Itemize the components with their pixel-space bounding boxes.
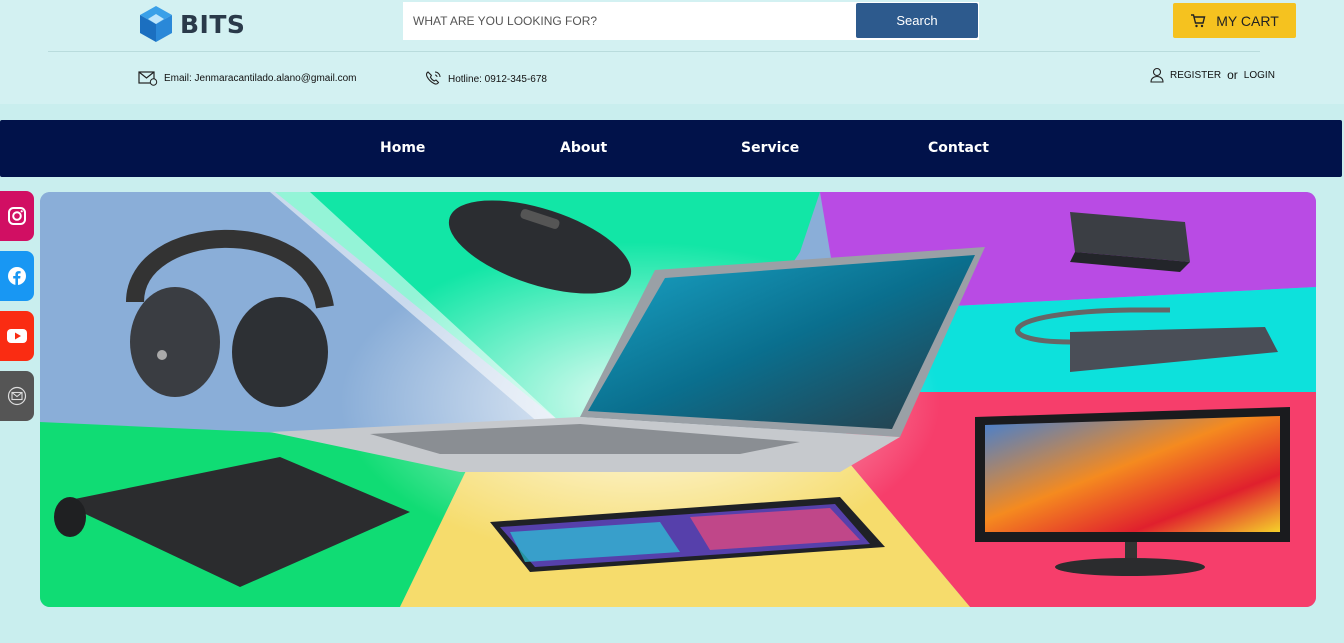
mail-icon: [7, 386, 27, 406]
phone-icon: [425, 71, 441, 85]
cart-label: MY CART: [1216, 12, 1279, 29]
top-bar: BITS Search MY CART Email: Jenmaracantil…: [0, 0, 1344, 104]
email-text: Email: Jenmaracantilado.alano@gmail.com: [164, 72, 357, 84]
search-input[interactable]: [403, 2, 855, 40]
youtube-icon: [7, 329, 27, 343]
email-info: Email: Jenmaracantilado.alano@gmail.com: [138, 70, 356, 86]
hero-banner: [40, 192, 1316, 607]
my-cart-button[interactable]: MY CART: [1173, 3, 1296, 38]
nav-contact[interactable]: Contact: [928, 120, 989, 176]
or-separator: or: [1227, 68, 1238, 82]
search-bar: Search: [403, 2, 979, 40]
auth-links: REGISTER or LOGIN: [1150, 67, 1275, 83]
hotline-info: Hotline: 0912-345-678: [424, 70, 547, 88]
register-link[interactable]: REGISTER: [1170, 70, 1221, 81]
youtube-link[interactable]: [0, 311, 34, 361]
mail-link[interactable]: [0, 371, 34, 421]
brand-name: BITS: [180, 9, 246, 39]
instagram-icon: [8, 207, 26, 225]
cart-icon: [1191, 13, 1206, 27]
facebook-icon: [8, 267, 26, 285]
user-icon: [1150, 67, 1164, 83]
cube-logo-icon: [140, 6, 172, 42]
login-link[interactable]: LOGIN: [1244, 70, 1275, 81]
search-button[interactable]: Search: [856, 3, 978, 38]
nav-about[interactable]: About: [560, 120, 607, 176]
hotline-text: Hotline: 0912-345-678: [448, 73, 547, 85]
main-nav: Home About Service Contact: [0, 120, 1342, 177]
nav-home[interactable]: Home: [380, 120, 425, 176]
header-divider: [48, 51, 1260, 52]
nav-service[interactable]: Service: [741, 120, 799, 176]
hero-banner-image: [40, 192, 1316, 607]
facebook-link[interactable]: [0, 251, 34, 301]
brand-logo[interactable]: BITS: [138, 4, 245, 44]
email-icon: [138, 71, 158, 86]
instagram-link[interactable]: [0, 191, 34, 241]
